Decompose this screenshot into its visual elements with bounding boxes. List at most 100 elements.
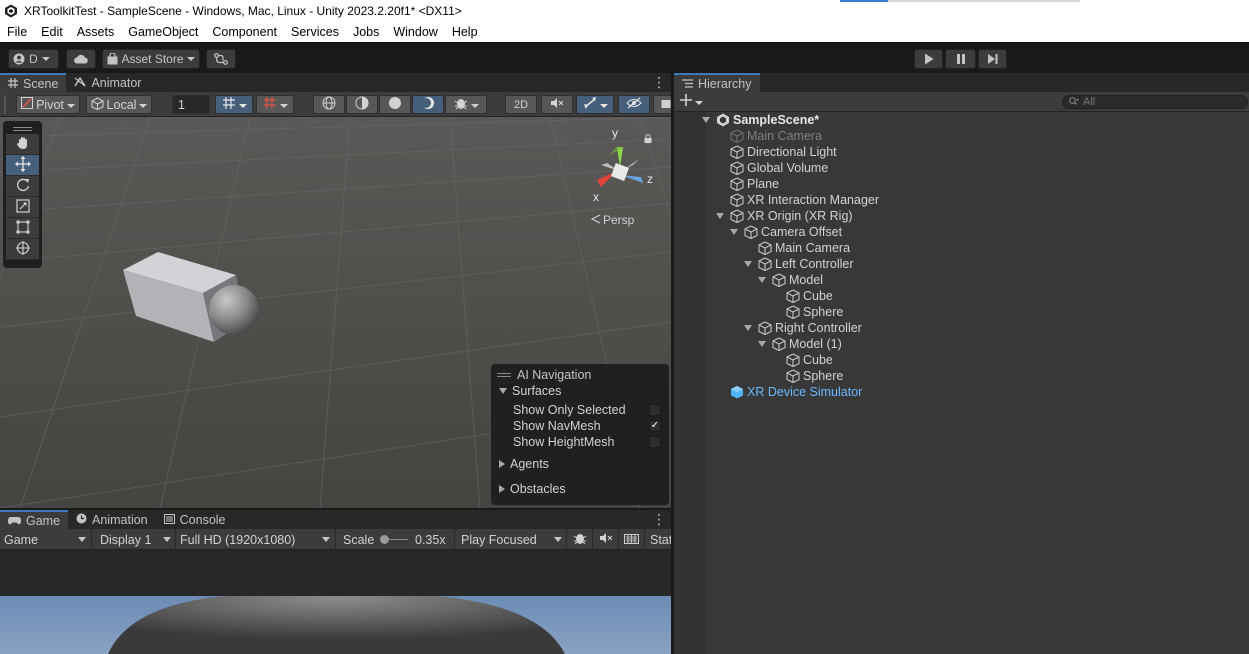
orientation-gizmo[interactable]: y x z bbox=[585, 125, 665, 205]
menu-help[interactable]: Help bbox=[445, 22, 485, 42]
menu-edit[interactable]: Edit bbox=[34, 22, 70, 42]
foldout-expanded-icon[interactable] bbox=[730, 229, 738, 235]
foldout-expanded-icon[interactable] bbox=[702, 117, 710, 123]
play-mode-dropdown[interactable]: Play Focused bbox=[455, 529, 567, 549]
ai-navigation-header[interactable]: AI Navigation bbox=[491, 367, 669, 383]
surfaces-foldout[interactable]: Surfaces bbox=[491, 383, 669, 399]
cloud-button[interactable] bbox=[66, 49, 96, 69]
asset-store-dropdown[interactable]: Asset Store bbox=[102, 49, 200, 69]
lock-icon[interactable] bbox=[644, 132, 652, 146]
menu-services[interactable]: Services bbox=[284, 22, 346, 42]
scale-slider[interactable]: Scale 0.35x bbox=[336, 529, 455, 549]
hierarchy-item[interactable]: Cube bbox=[786, 288, 833, 304]
foldout-expanded-icon[interactable] bbox=[758, 341, 766, 347]
scene-view[interactable]: y x z Persp AI Navigation Surfaces Show … bbox=[0, 117, 671, 508]
menu-assets[interactable]: Assets bbox=[70, 22, 122, 42]
projection-toggle[interactable]: Persp bbox=[590, 213, 634, 227]
shaded-wireframe-button[interactable] bbox=[346, 95, 378, 114]
hierarchy-item[interactable]: Model bbox=[758, 272, 823, 288]
hierarchy-item[interactable]: Left Controller bbox=[744, 256, 854, 272]
scale-slider-thumb[interactable] bbox=[380, 535, 389, 544]
move-tool-button[interactable] bbox=[6, 155, 39, 176]
menu-component[interactable]: Component bbox=[205, 22, 284, 42]
tab-console[interactable]: Console bbox=[156, 510, 234, 529]
toggle-2d-button[interactable]: 2D bbox=[505, 95, 537, 114]
show-only-selected-row[interactable]: Show Only Selected bbox=[491, 402, 669, 418]
play-button[interactable] bbox=[914, 49, 943, 69]
hierarchy-item[interactable]: XR Origin (XR Rig) bbox=[716, 208, 853, 224]
tab-hierarchy[interactable]: Hierarchy bbox=[674, 73, 760, 92]
grid-snap-icon bbox=[222, 96, 236, 113]
foldout-expanded-icon[interactable] bbox=[744, 325, 752, 331]
tab-animation[interactable]: Animation bbox=[68, 510, 156, 529]
hierarchy-item[interactable]: Sphere bbox=[786, 304, 843, 320]
show-navmesh-checkbox[interactable]: ✓ bbox=[649, 420, 661, 432]
keyboard-shortcuts-button[interactable] bbox=[619, 529, 645, 549]
show-only-selected-checkbox[interactable] bbox=[649, 404, 661, 416]
space-dropdown[interactable]: Local bbox=[86, 95, 152, 114]
transform-tool-button[interactable] bbox=[6, 239, 39, 260]
lit-shading-button[interactable] bbox=[412, 95, 444, 114]
hierarchy-item[interactable]: XR Device Simulator bbox=[730, 384, 862, 400]
scene-visibility-toggle[interactable] bbox=[618, 95, 650, 114]
pivot-dropdown[interactable]: Pivot bbox=[16, 95, 80, 114]
game-panel-menu-icon[interactable]: ⋮ bbox=[652, 510, 666, 529]
menu-gameobject[interactable]: GameObject bbox=[121, 22, 205, 42]
hierarchy-item[interactable]: XR Interaction Manager bbox=[730, 192, 879, 208]
foldout-expanded-icon[interactable] bbox=[744, 261, 752, 267]
tab-animator[interactable]: Animator bbox=[66, 73, 149, 92]
tools-grip[interactable] bbox=[6, 124, 39, 134]
pause-button[interactable] bbox=[945, 49, 976, 69]
menu-file[interactable]: File bbox=[0, 22, 34, 42]
create-dropdown[interactable] bbox=[680, 94, 703, 109]
effects-dropdown[interactable] bbox=[576, 95, 614, 114]
rect-tool-button[interactable] bbox=[6, 218, 39, 239]
hierarchy-item[interactable]: Right Controller bbox=[744, 320, 862, 336]
show-heightmesh-row[interactable]: Show HeightMesh bbox=[491, 434, 669, 450]
hierarchy-item[interactable]: Directional Light bbox=[730, 144, 837, 160]
game-view[interactable] bbox=[0, 550, 671, 654]
debug-button[interactable] bbox=[567, 529, 593, 549]
hierarchy-scene-row[interactable]: SampleScene* bbox=[702, 112, 819, 128]
stats-button[interactable]: Stats bbox=[645, 529, 671, 549]
audio-toggle-button[interactable] bbox=[541, 95, 573, 114]
hierarchy-item[interactable]: Plane bbox=[730, 176, 779, 192]
foldout-expanded-icon[interactable] bbox=[716, 213, 724, 219]
hierarchy-item[interactable]: Global Volume bbox=[730, 160, 828, 176]
debug-draw-mode-dropdown[interactable] bbox=[445, 95, 487, 114]
display-dropdown[interactable]: Display 1 bbox=[92, 529, 176, 549]
show-heightmesh-checkbox[interactable] bbox=[649, 436, 661, 448]
account-dropdown[interactable]: D bbox=[8, 49, 59, 69]
grid-snap-toggle[interactable] bbox=[215, 95, 253, 114]
mute-audio-button[interactable] bbox=[593, 529, 619, 549]
scene-panel-menu-icon[interactable]: ⋮ bbox=[652, 73, 666, 92]
agents-foldout[interactable]: Agents bbox=[491, 456, 669, 472]
snap-increment-input[interactable]: 1 bbox=[172, 95, 210, 114]
view-mode-dropdown[interactable]: Game bbox=[0, 529, 92, 549]
wireframe-shading-button[interactable] bbox=[313, 95, 345, 114]
hand-tool-button[interactable] bbox=[6, 134, 39, 155]
hierarchy-item[interactable]: Sphere bbox=[786, 368, 843, 384]
hierarchy-item[interactable]: Cube bbox=[786, 352, 833, 368]
resolution-dropdown[interactable]: Full HD (1920x1080) bbox=[176, 529, 336, 549]
hierarchy-item[interactable]: Model (1) bbox=[758, 336, 842, 352]
version-control-button[interactable] bbox=[206, 49, 236, 69]
scale-tool-button[interactable] bbox=[6, 197, 39, 218]
step-button[interactable] bbox=[978, 49, 1007, 69]
unlit-shading-button[interactable] bbox=[379, 95, 411, 114]
tab-game[interactable]: Game bbox=[0, 510, 69, 529]
show-navmesh-row[interactable]: Show NavMesh ✓ bbox=[491, 418, 669, 434]
hierarchy-item[interactable]: Main Camera bbox=[730, 128, 822, 144]
obstacles-foldout[interactable]: Obstacles bbox=[491, 481, 669, 497]
tab-scene[interactable]: Scene bbox=[0, 73, 67, 92]
grid-visibility-toggle[interactable] bbox=[256, 95, 294, 114]
foldout-expanded-icon[interactable] bbox=[758, 277, 766, 283]
menu-jobs[interactable]: Jobs bbox=[346, 22, 386, 42]
rotate-tool-button[interactable] bbox=[6, 176, 39, 197]
hierarchy-item[interactable]: Main Camera bbox=[758, 240, 850, 256]
scene-camera-button[interactable] bbox=[653, 95, 671, 114]
audio-mute-icon bbox=[599, 532, 613, 547]
hierarchy-search-field[interactable]: All bbox=[1062, 95, 1248, 109]
menu-window[interactable]: Window bbox=[386, 22, 444, 42]
hierarchy-item[interactable]: Camera Offset bbox=[730, 224, 842, 240]
